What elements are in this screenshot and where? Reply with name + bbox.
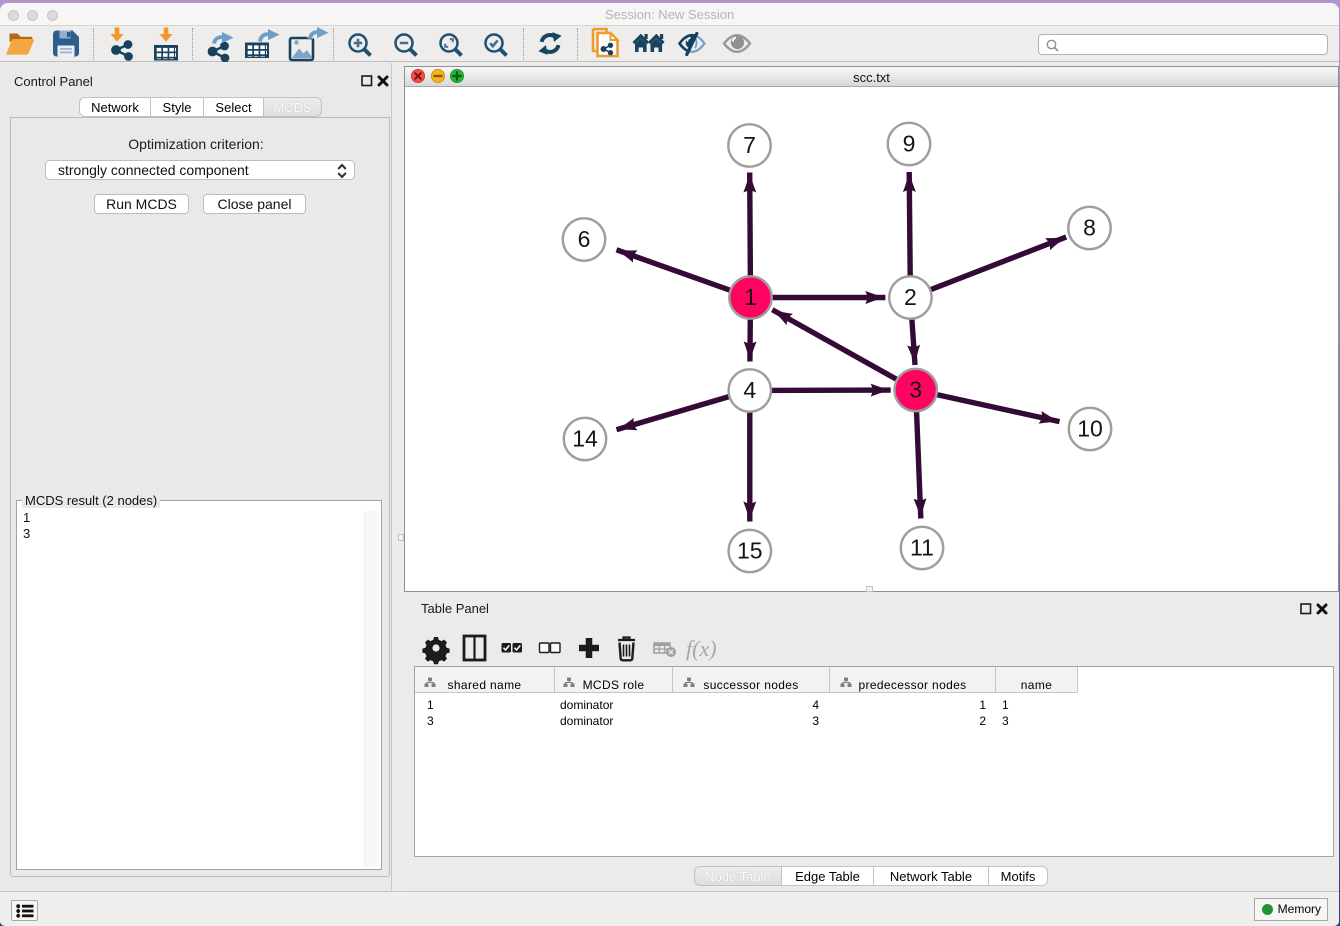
svg-text:3: 3 [909, 377, 922, 403]
svg-text:14: 14 [572, 426, 598, 452]
svg-text:7: 7 [743, 132, 756, 158]
svg-text:15: 15 [737, 538, 763, 564]
svg-text:9: 9 [903, 131, 916, 157]
svg-text:4: 4 [743, 377, 756, 403]
svg-text:8: 8 [1083, 215, 1096, 241]
svg-text:2: 2 [904, 284, 917, 310]
svg-text:6: 6 [578, 226, 591, 252]
svg-text:11: 11 [910, 535, 934, 561]
svg-text:f(x): f(x) [686, 636, 717, 661]
svg-text:10: 10 [1077, 416, 1103, 442]
svg-text:1: 1 [744, 284, 757, 310]
